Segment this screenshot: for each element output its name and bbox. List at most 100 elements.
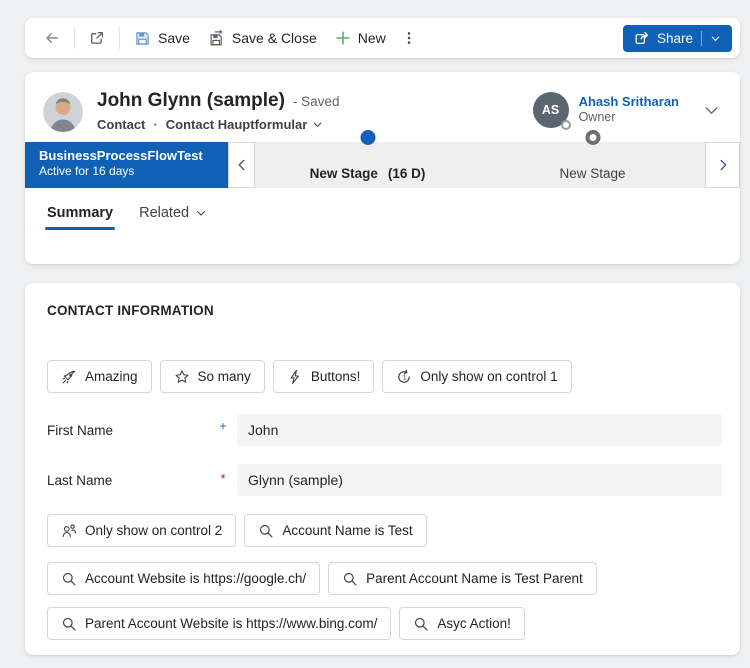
only-show-on-control-1-button[interactable]: 1 Only show on control 1 xyxy=(382,360,572,393)
first-name-field-row: First Name + xyxy=(47,414,722,446)
save-button-label: Save xyxy=(158,30,190,46)
only-show-on-control-1-label: Only show on control 1 xyxy=(420,369,558,384)
record-header: John Glynn (sample) - Saved Contact · Co… xyxy=(25,72,740,132)
form-selector[interactable]: Contact Hauptformular xyxy=(166,117,324,132)
svg-text:1: 1 xyxy=(403,372,407,381)
header-expand-chevron-icon[interactable] xyxy=(703,102,720,119)
entity-type-label: Contact xyxy=(97,117,146,132)
account-website-button[interactable]: Account Website is https://google.ch/ xyxy=(47,562,321,595)
stage-inactive-icon xyxy=(585,130,600,145)
bpf-scroll-right-button[interactable] xyxy=(705,142,740,188)
more-vertical-icon xyxy=(407,32,411,44)
bpf-stage-2[interactable]: New Stage xyxy=(480,130,705,188)
stage-active-icon xyxy=(360,130,375,145)
lightning-icon xyxy=(290,369,299,384)
record-title: John Glynn (sample) xyxy=(97,90,285,111)
rocket-icon xyxy=(62,370,76,383)
tab-summary[interactable]: Summary xyxy=(44,205,116,230)
form-tabs: Summary Related xyxy=(25,188,740,230)
save-button[interactable]: Save xyxy=(125,23,199,53)
search-icon xyxy=(62,572,76,586)
parent-account-name-label: Parent Account Name is Test Parent xyxy=(366,571,583,586)
owner-info: Ahash Sritharan Owner xyxy=(579,94,679,126)
owner-name-link[interactable]: Ahash Sritharan xyxy=(579,94,679,110)
stage-2-label: New Stage xyxy=(559,166,626,181)
more-commands-button[interactable] xyxy=(395,23,423,53)
search-icon xyxy=(62,617,76,631)
amazing-button-label: Amazing xyxy=(85,369,138,384)
account-website-label: Account Website is https://google.ch/ xyxy=(85,571,307,586)
toolbar-divider xyxy=(74,27,75,49)
chevron-down-icon[interactable] xyxy=(710,33,721,44)
new-button[interactable]: New xyxy=(326,23,395,53)
parent-account-name-button[interactable]: Parent Account Name is Test Parent xyxy=(328,562,597,595)
arrow-repeat-1-icon: 1 xyxy=(398,369,411,383)
open-in-new-window-icon xyxy=(91,31,104,44)
share-button-label: Share xyxy=(656,30,693,46)
business-recommended-marker: + xyxy=(219,419,227,433)
stage-1-label: New Stage xyxy=(309,166,378,181)
share-split-divider xyxy=(701,30,702,46)
tab-related-label: Related xyxy=(139,205,190,221)
save-and-close-icon xyxy=(210,29,223,45)
button-row-1: Amazing So many Buttons! 1 Only show on … xyxy=(47,360,722,393)
last-name-input[interactable] xyxy=(237,464,722,496)
tab-related[interactable]: Related xyxy=(139,205,207,230)
tab-summary-label: Summary xyxy=(47,205,114,221)
back-arrow-icon xyxy=(46,33,59,43)
command-bar: Save Save & Close New Share xyxy=(25,18,740,58)
only-show-on-control-2-label: Only show on control 2 xyxy=(85,523,223,538)
button-row-3: Account Website is https://google.ch/ Pa… xyxy=(47,562,722,595)
account-name-is-test-button[interactable]: Account Name is Test xyxy=(244,514,427,547)
star-icon xyxy=(174,369,189,383)
record-header-card: John Glynn (sample) - Saved Contact · Co… xyxy=(25,72,740,264)
first-name-input[interactable] xyxy=(237,414,722,446)
only-show-on-control-2-button[interactable]: Only show on control 2 xyxy=(47,514,237,547)
bpf-process-status: Active for 16 days xyxy=(39,164,135,178)
search-icon xyxy=(344,572,357,586)
bpf-scroll-left-button[interactable] xyxy=(228,142,255,188)
section-title: CONTACT INFORMATION xyxy=(47,303,214,318)
bpf-process-badge[interactable]: BusinessProcessFlowTest Active for 16 da… xyxy=(25,142,228,188)
form-selector-label: Contact Hauptformular xyxy=(165,117,308,132)
save-and-close-button[interactable]: Save & Close xyxy=(199,23,326,53)
buttons-button-label: Buttons! xyxy=(310,369,361,384)
asyc-action-button[interactable]: Asyc Action! xyxy=(399,607,525,640)
popout-button[interactable] xyxy=(80,23,114,53)
people-icon xyxy=(62,523,77,537)
asyc-action-label: Asyc Action! xyxy=(437,616,511,631)
bpf-stage-1[interactable]: New Stage (16 D) xyxy=(255,130,480,188)
subtitle-separator: · xyxy=(153,117,158,132)
owner-role-label: Owner xyxy=(578,110,616,125)
so-many-button[interactable]: So many xyxy=(159,360,265,393)
title-block: John Glynn (sample) - Saved Contact · Co… xyxy=(97,90,533,132)
buttons-button[interactable]: Buttons! xyxy=(272,360,375,393)
parent-account-website-button[interactable]: Parent Account Website is https://www.bi… xyxy=(47,607,392,640)
required-marker: * xyxy=(220,470,226,486)
owner-field[interactable]: AS Ahash Sritharan Owner xyxy=(532,92,720,130)
stage-1-duration: (16 D) xyxy=(387,166,426,181)
business-process-flow: BusinessProcessFlowTest Active for 16 da… xyxy=(25,130,740,188)
account-name-is-test-label: Account Name is Test xyxy=(282,523,413,538)
save-icon xyxy=(136,31,149,45)
chevron-right-icon xyxy=(720,159,726,171)
share-icon xyxy=(635,31,649,45)
so-many-button-label: So many xyxy=(197,369,251,384)
bpf-process-name: BusinessProcessFlowTest xyxy=(39,148,203,163)
contact-photo-avatar[interactable] xyxy=(43,92,83,132)
chevron-down-icon xyxy=(314,122,322,127)
button-row-4: Parent Account Website is https://www.bi… xyxy=(47,607,722,640)
back-button[interactable] xyxy=(35,23,69,53)
contact-information-section: CONTACT INFORMATION Amazing So many Butt… xyxy=(25,283,740,655)
parent-account-website-label: Parent Account Website is https://www.bi… xyxy=(85,616,378,631)
share-button[interactable]: Share xyxy=(622,24,732,52)
last-name-label: Last Name xyxy=(47,472,113,488)
stage-active-dot xyxy=(364,133,371,142)
new-button-label: New xyxy=(357,30,386,46)
plus-icon xyxy=(336,31,350,45)
toolbar-divider xyxy=(119,27,120,49)
presence-badge xyxy=(560,120,571,130)
bpf-stage-track: New Stage (16 D) New Stage xyxy=(255,130,705,188)
amazing-button[interactable]: Amazing xyxy=(47,360,152,393)
search-icon xyxy=(260,524,273,538)
